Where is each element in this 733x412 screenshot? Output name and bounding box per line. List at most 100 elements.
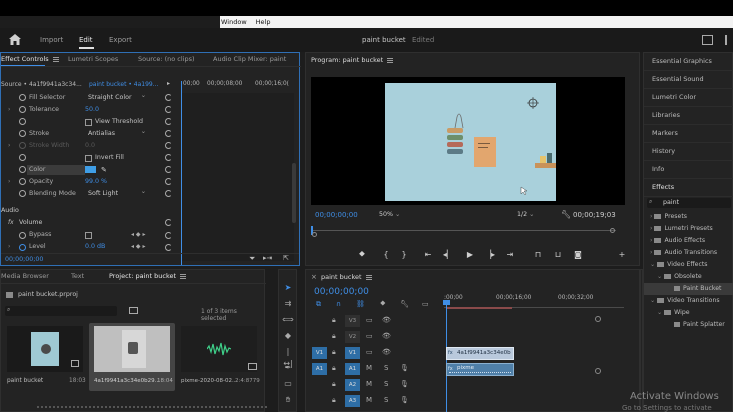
lock-icon[interactable]: 🔒︎ xyxy=(332,380,336,389)
ripple-edit-tool-icon[interactable]: ⟺ xyxy=(282,314,294,326)
bottom-toolbar-icons[interactable] xyxy=(37,406,267,411)
video-clip[interactable]: fx 4a1f9941a3c34e0b xyxy=(446,347,514,360)
reset-icon[interactable] xyxy=(165,190,172,197)
track-target-a2[interactable]: A2 xyxy=(345,379,360,391)
reset-icon[interactable] xyxy=(165,178,172,185)
eye-icon[interactable]: 👁︎ xyxy=(382,332,391,340)
panel-menu-icon[interactable] xyxy=(52,56,59,62)
color-swatch[interactable] xyxy=(85,166,96,173)
stopwatch-icon[interactable] xyxy=(19,118,26,125)
eye-icon[interactable]: 👁︎ xyxy=(382,316,391,324)
stroke-dropdown[interactable]: Antialias xyxy=(85,127,149,139)
effects-item[interactable]: Effects xyxy=(644,179,733,197)
scroll-handle-bottom[interactable] xyxy=(595,368,601,374)
extract-icon[interactable]: ⊔ xyxy=(552,249,564,261)
nest-icon[interactable]: ⧉ xyxy=(316,300,321,309)
project-item[interactable]: pixme-2020-08-02... 2:4:8779 xyxy=(181,326,263,388)
reset-icon[interactable] xyxy=(165,94,172,101)
clip-label[interactable]: paint bucket • 4a199... xyxy=(89,81,158,88)
scrubber-end-handle[interactable] xyxy=(610,228,615,233)
export-icon[interactable]: ⇱ xyxy=(283,254,289,262)
solo-icon[interactable]: S xyxy=(384,396,388,404)
scrubber-start-handle[interactable] xyxy=(312,232,317,237)
lock-icon[interactable]: 🔒︎ xyxy=(332,316,336,325)
play-icon[interactable]: ▶ xyxy=(464,249,476,261)
list-view-icon[interactable] xyxy=(248,363,257,370)
panel-menu-icon[interactable] xyxy=(387,57,394,63)
ec-scrollbar[interactable] xyxy=(292,163,296,223)
header-tab-export[interactable]: Export xyxy=(109,36,132,44)
mute-icon[interactable]: M xyxy=(366,364,372,372)
tab-project[interactable]: Project: paint bucket xyxy=(109,270,187,283)
mark-out-icon[interactable]: } xyxy=(398,249,410,261)
sync-lock-icon[interactable]: ▭ xyxy=(366,348,373,356)
pen-tool-icon[interactable]: ✒ xyxy=(282,362,294,374)
panel-menu-icon[interactable] xyxy=(180,273,187,279)
timeline-playhead-handle[interactable] xyxy=(443,300,450,305)
header-tab-edit[interactable]: Edit xyxy=(79,36,93,44)
libraries-item[interactable]: Libraries xyxy=(644,107,733,125)
eyedropper-icon[interactable]: ✎ xyxy=(101,164,107,176)
add-marker-icon[interactable]: ⯁ xyxy=(380,300,386,309)
tree-item-audio-transitions[interactable]: › Audio Transitions xyxy=(650,247,717,259)
stopwatch-icon[interactable] xyxy=(19,142,26,149)
reset-icon[interactable] xyxy=(165,118,172,125)
sync-lock-icon[interactable]: ▭ xyxy=(366,316,373,324)
captions-icon[interactable]: ▭ xyxy=(422,300,429,308)
timeline-timecode[interactable]: 00;00;00;00 xyxy=(314,287,369,297)
tolerance-value[interactable]: 50.0 xyxy=(85,104,99,116)
stopwatch-icon[interactable] xyxy=(19,130,26,137)
project-search[interactable]: ⌕ xyxy=(5,306,117,316)
mark-in-icon[interactable]: { xyxy=(380,249,392,261)
history-item[interactable]: History xyxy=(644,143,733,161)
project-item[interactable]: paint bucket 18:03 xyxy=(7,326,86,388)
reset-icon[interactable] xyxy=(165,154,172,161)
razor-tool-icon[interactable]: ◆ xyxy=(282,330,294,342)
reset-icon[interactable] xyxy=(165,232,172,239)
reset-icon[interactable] xyxy=(165,130,172,137)
stopwatch-icon[interactable] xyxy=(19,190,26,197)
zoom-dropdown[interactable]: 50% ⌄ xyxy=(379,211,409,218)
tree-item-presets[interactable]: › Presets xyxy=(650,211,687,223)
menu-help[interactable]: Help xyxy=(256,18,271,26)
mute-icon[interactable]: M xyxy=(366,380,372,388)
selection-tool-icon[interactable]: ➤ xyxy=(282,282,294,294)
mic-icon[interactable]: 🎙︎ xyxy=(400,396,409,404)
stopwatch-icon[interactable] xyxy=(19,154,26,161)
tab-audio-clip-mixer[interactable]: Audio Clip Mixer: paint xyxy=(213,53,286,66)
tab-media-browser[interactable]: Media Browser xyxy=(1,270,49,283)
markers-item[interactable]: Markers xyxy=(644,125,733,143)
solo-icon[interactable]: S xyxy=(384,364,388,372)
stopwatch-icon[interactable] xyxy=(19,106,26,113)
stopwatch-icon[interactable] xyxy=(19,232,26,239)
settings-wrench-icon[interactable]: 🔧︎ xyxy=(561,210,571,219)
tab-source[interactable]: Source: (no clips) xyxy=(138,53,195,66)
mic-icon[interactable]: 🎙︎ xyxy=(400,364,409,372)
home-icon[interactable] xyxy=(9,34,21,45)
source-patch-a1[interactable]: A1 xyxy=(312,363,327,375)
close-icon[interactable]: × xyxy=(311,273,317,281)
play-only-icon[interactable]: ▸⇥ xyxy=(263,254,272,262)
stopwatch-icon[interactable] xyxy=(19,166,26,173)
step-back-icon[interactable]: ◂▏ xyxy=(442,249,454,261)
sync-lock-icon[interactable]: ▭ xyxy=(366,332,373,340)
scroll-handle-top[interactable] xyxy=(595,316,601,322)
lock-icon[interactable]: 🔒︎ xyxy=(332,348,336,357)
source-label[interactable]: Source • 4a1f9941a3c34... xyxy=(1,81,82,88)
blending-mode-dropdown[interactable]: Soft Light xyxy=(85,187,149,199)
keyframe-nav-icon[interactable]: ◂ ◆ ▸ xyxy=(131,231,145,238)
effects-search-input[interactable]: paint xyxy=(663,199,679,206)
new-bin-icon[interactable] xyxy=(129,307,138,314)
effects-search[interactable]: ⌕ paint xyxy=(647,198,731,208)
track-target-v3[interactable]: V3 xyxy=(345,315,360,327)
filter-icon[interactable]: ⏷ xyxy=(249,254,255,264)
twirl-icon[interactable]: › xyxy=(8,243,10,250)
lock-icon[interactable]: 🔒︎ xyxy=(332,396,336,405)
lift-icon[interactable]: ⊓ xyxy=(532,249,544,261)
marker-icon[interactable]: ⯁ xyxy=(356,249,368,261)
stopwatch-icon[interactable] xyxy=(19,244,26,251)
reset-icon[interactable] xyxy=(165,142,172,149)
opacity-value[interactable]: 99.0 % xyxy=(85,176,107,188)
camera-icon[interactable]: ◙ xyxy=(572,249,584,261)
quality-dropdown[interactable]: 1/2 ⌄ xyxy=(517,211,553,218)
